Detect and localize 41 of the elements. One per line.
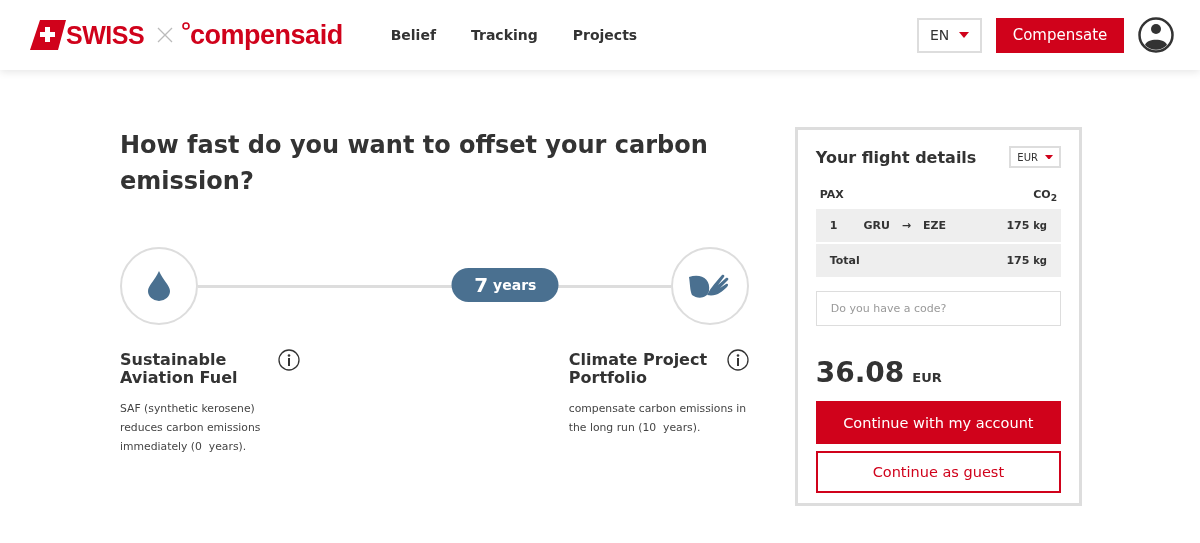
column-header: PAX: [819, 188, 844, 203]
option-title: Climate Project Portfolio: [568, 351, 709, 387]
price-amount: 36.08: [815, 356, 905, 390]
co2-amount: 175 kg: [1006, 219, 1047, 233]
price-currency: EUR: [912, 370, 942, 386]
continue-account-button[interactable]: Continue with my account: [815, 401, 1061, 445]
nav-link[interactable]: Tracking: [471, 27, 538, 43]
drop-icon: [148, 271, 170, 301]
option-description: compensate carbon emissions in the long run (10 years).: [568, 401, 748, 436]
destination-code: EZE: [923, 219, 947, 233]
co2-amount: 175 kg: [1006, 254, 1047, 268]
flag-logo-icon: [30, 20, 66, 50]
brand-name: SWISS: [66, 20, 145, 50]
pax-count: 1: [829, 219, 838, 233]
user-avatar-icon[interactable]: [1138, 17, 1174, 53]
ring-logo-icon: [182, 22, 191, 30]
leaf-and-hand-icon: [688, 273, 731, 299]
partner-logo: compensaid: [190, 19, 343, 51]
info-icon[interactable]: [726, 349, 749, 371]
arrow-glyph: →: [901, 219, 912, 233]
nav-link[interactable]: Projects: [572, 27, 638, 43]
continue-guest-button[interactable]: Continue as guest: [815, 451, 1061, 494]
column-header: CO$_{2}$: [1033, 188, 1057, 204]
origin-code: GRU: [863, 219, 890, 233]
caret-icon: [959, 32, 970, 38]
currency-select[interactable]: EUR: [1009, 146, 1061, 168]
question-heading: How fast do you want to offset your carbon emission?: [120, 130, 709, 197]
code-input-field[interactable]: Do you have a code?: [815, 291, 1061, 327]
option-description: SAF (synthetic kerosene) reduces carbon emissions immediately (0 years).: [120, 401, 262, 455]
info-icon[interactable]: [278, 349, 300, 371]
projects-option-circle[interactable]: [670, 247, 749, 325]
nav-link[interactable]: Belief: [390, 27, 436, 43]
card-title: Your flight details: [815, 147, 977, 167]
total-label: Total: [829, 254, 860, 268]
language-select[interactable]: EN: [917, 17, 982, 53]
compensate-button[interactable]: Compensate: [996, 17, 1124, 53]
cross-icon: [157, 27, 174, 43]
caret-icon: [1044, 154, 1053, 160]
option-title: Sustainable Aviation Fuel: [120, 351, 239, 387]
fuel-option-circle[interactable]: [120, 247, 198, 325]
slider-thumb[interactable]: 7 years: [451, 267, 559, 302]
